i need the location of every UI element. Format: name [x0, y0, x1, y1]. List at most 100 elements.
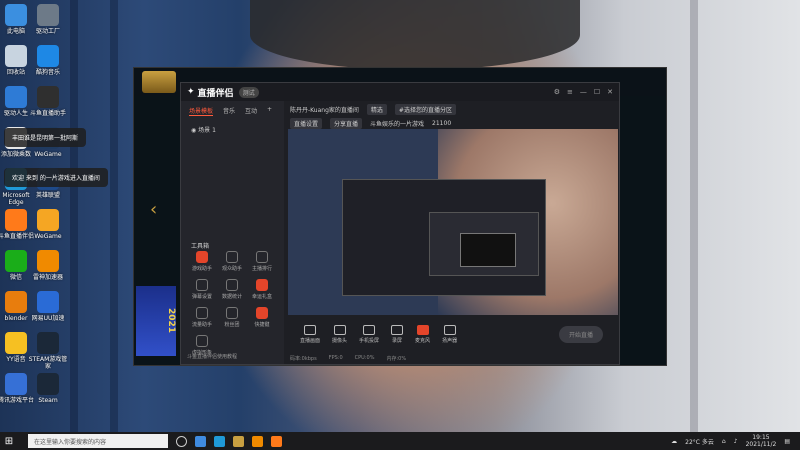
- nested-preview-2: [429, 212, 539, 276]
- status-item: CPU:0%: [354, 355, 375, 361]
- source-button[interactable]: 麦克风: [415, 324, 431, 344]
- tool-icon: [226, 307, 238, 319]
- desktop-icon[interactable]: 酷狗音乐: [26, 45, 70, 76]
- category-tag[interactable]: 精选: [366, 104, 387, 115]
- tool-item[interactable]: 弹幕设置: [187, 279, 217, 300]
- file-explorer-icon[interactable]: [195, 435, 206, 447]
- live-companion-taskbar-icon[interactable]: [271, 435, 282, 447]
- volume-icon[interactable]: ♪: [734, 438, 738, 445]
- desktop-icon[interactable]: 雷神加速器: [26, 250, 70, 281]
- desktop-icon-label: Steam: [38, 397, 58, 404]
- tool-item[interactable]: 幸运礼盒: [247, 279, 277, 300]
- desktop-icon-label: 网易UU加速: [31, 315, 65, 322]
- notification-toast[interactable]: 丰田谁是昆明第一批阿斯: [4, 128, 87, 147]
- tool-icon: [226, 279, 238, 291]
- tool-icon: [256, 251, 268, 263]
- category-select[interactable]: #选择您的直播分区: [394, 104, 456, 115]
- accelerator-icon[interactable]: [252, 435, 263, 447]
- desktop-icon-label: 驱动工厂: [35, 28, 60, 35]
- source-label: 麦克风: [415, 337, 431, 344]
- tool-icon: [196, 335, 208, 347]
- tab-scene[interactable]: 场景模板: [189, 106, 214, 116]
- tool-item[interactable]: 观众助手: [217, 251, 247, 272]
- source-button[interactable]: 直播画面: [300, 324, 320, 344]
- source-button[interactable]: 录屏: [391, 324, 404, 344]
- tool-item[interactable]: 流量助手: [187, 307, 217, 328]
- toolbox-grid: 游戏助手 观众助手 主播排行 弹幕设置 数据统计 幸运礼盒 流量助手 粉丝团 快捷键 虚拟形象: [187, 251, 279, 356]
- notification-toast[interactable]: 欢迎 来到 的一片游戏进入直播间: [4, 168, 108, 187]
- scene-item[interactable]: ◉ 场景 1: [181, 121, 284, 138]
- room-title[interactable]: 陈丹丹-Kuang家的直播间: [290, 105, 359, 114]
- taskbar-search-input[interactable]: 在这里输入你要搜索的内容: [28, 434, 168, 448]
- source-button[interactable]: 手机投屏: [359, 324, 379, 344]
- scene-label: 场景 1: [198, 127, 216, 134]
- settings-icon[interactable]: ⚙: [554, 88, 560, 96]
- tool-label: 快捷键: [254, 322, 270, 328]
- edge-icon[interactable]: [214, 435, 225, 447]
- task-view-icon[interactable]: [176, 435, 187, 447]
- chevron-left-icon[interactable]: ‹: [150, 199, 157, 220]
- app-icon: [37, 209, 59, 231]
- tool-item[interactable]: 数据统计: [217, 279, 247, 300]
- system-tray: ☁ 22°C 多云 ⌂ ♪ 19:15 2021/11/2 ▤: [671, 434, 800, 448]
- tool-item[interactable]: 粉丝团: [217, 307, 247, 328]
- source-icon: [391, 324, 404, 335]
- app-icon: [37, 45, 59, 67]
- desktop-icon[interactable]: 驱动工厂: [26, 4, 70, 35]
- share-button[interactable]: 分享直播: [330, 118, 363, 129]
- curtain-fold: [70, 0, 78, 432]
- main-content: 陈丹丹-Kuang家的直播间 精选 #选择您的直播分区 直播设置 分享直播 斗鱼…: [284, 101, 619, 364]
- weather-text[interactable]: 22°C 多云: [685, 437, 714, 446]
- source-label: 扬声器: [442, 337, 458, 344]
- desktop-icon[interactable]: 网易UU加速: [26, 291, 70, 322]
- source-icon: [443, 324, 456, 335]
- notifications-icon[interactable]: ▤: [784, 438, 790, 445]
- tool-icon: [226, 251, 238, 263]
- live-companion-window[interactable]: ✦ 直播伴侣 测试 ⚙ ≡ — ☐ ✕ 场景模板 音乐 互动 + ◉ 场景 1 …: [180, 82, 620, 365]
- source-button[interactable]: 摄像头: [332, 324, 347, 344]
- source-icon: [304, 324, 316, 335]
- tab-interact[interactable]: 互动: [245, 106, 257, 116]
- maximize-icon[interactable]: ☐: [594, 88, 600, 96]
- status-item: 码率:0kbps: [290, 355, 317, 362]
- cloud-icon: ☁: [671, 437, 678, 445]
- desktop-icon-label: STEAM游戏管家: [28, 356, 68, 370]
- tool-item[interactable]: 快捷键: [247, 307, 277, 328]
- clock[interactable]: 19:15 2021/11/2: [746, 434, 777, 448]
- clock-date: 2021/11/2: [745, 441, 777, 448]
- app-icon: [5, 4, 27, 26]
- add-icon[interactable]: +: [267, 106, 272, 116]
- league-client-icon[interactable]: [233, 435, 244, 447]
- toolbox-title: 工具箱: [191, 243, 210, 250]
- minimize-icon[interactable]: —: [580, 88, 587, 96]
- tool-icon: [256, 279, 268, 291]
- tool-label: 观众助手: [221, 266, 242, 272]
- tool-label: 游戏助手: [191, 266, 212, 272]
- event-banner[interactable]: 2021: [136, 286, 176, 356]
- room-subtitle: 斗鱼娱乐的一片游戏: [370, 121, 425, 128]
- windows-start-icon[interactable]: ⊞: [0, 432, 18, 450]
- app-title: 直播伴侣: [197, 88, 234, 99]
- desktop-icon[interactable]: Steam: [26, 373, 70, 404]
- close-icon[interactable]: ✕: [607, 88, 613, 96]
- nested-preview-3: [460, 233, 516, 267]
- eye-icon[interactable]: ◉: [191, 127, 196, 134]
- menu-icon[interactable]: ≡: [567, 88, 573, 96]
- tool-item[interactable]: 游戏助手: [187, 251, 217, 272]
- live-settings-button[interactable]: 直播设置: [290, 118, 323, 129]
- taskbar-apps: [176, 435, 282, 447]
- tool-label: 数据统计: [221, 294, 242, 300]
- tool-item[interactable]: 主播排行: [247, 251, 277, 272]
- game-client-left-panel: ‹ 2021: [134, 96, 180, 365]
- desktop-icon[interactable]: 斗鱼直播助手: [26, 86, 70, 117]
- desktop-icon[interactable]: STEAM游戏管家: [26, 332, 70, 370]
- desktop-icon[interactable]: WeGame: [26, 209, 70, 240]
- tab-music[interactable]: 音乐: [223, 106, 235, 116]
- live-preview[interactable]: [288, 129, 618, 315]
- start-live-button[interactable]: 开始直播: [558, 325, 603, 343]
- sidebar: 场景模板 音乐 互动 + ◉ 场景 1 工具箱 游戏助手 观众助手 主播排行弹幕设置…: [181, 101, 284, 364]
- tutorial-link[interactable]: 斗鱼直播伴侣使用教程: [187, 353, 237, 360]
- source-button[interactable]: 扬声器: [442, 324, 458, 344]
- network-icon[interactable]: ⌂: [722, 438, 726, 445]
- desktop-icon-label: 斗鱼直播助手: [29, 110, 66, 117]
